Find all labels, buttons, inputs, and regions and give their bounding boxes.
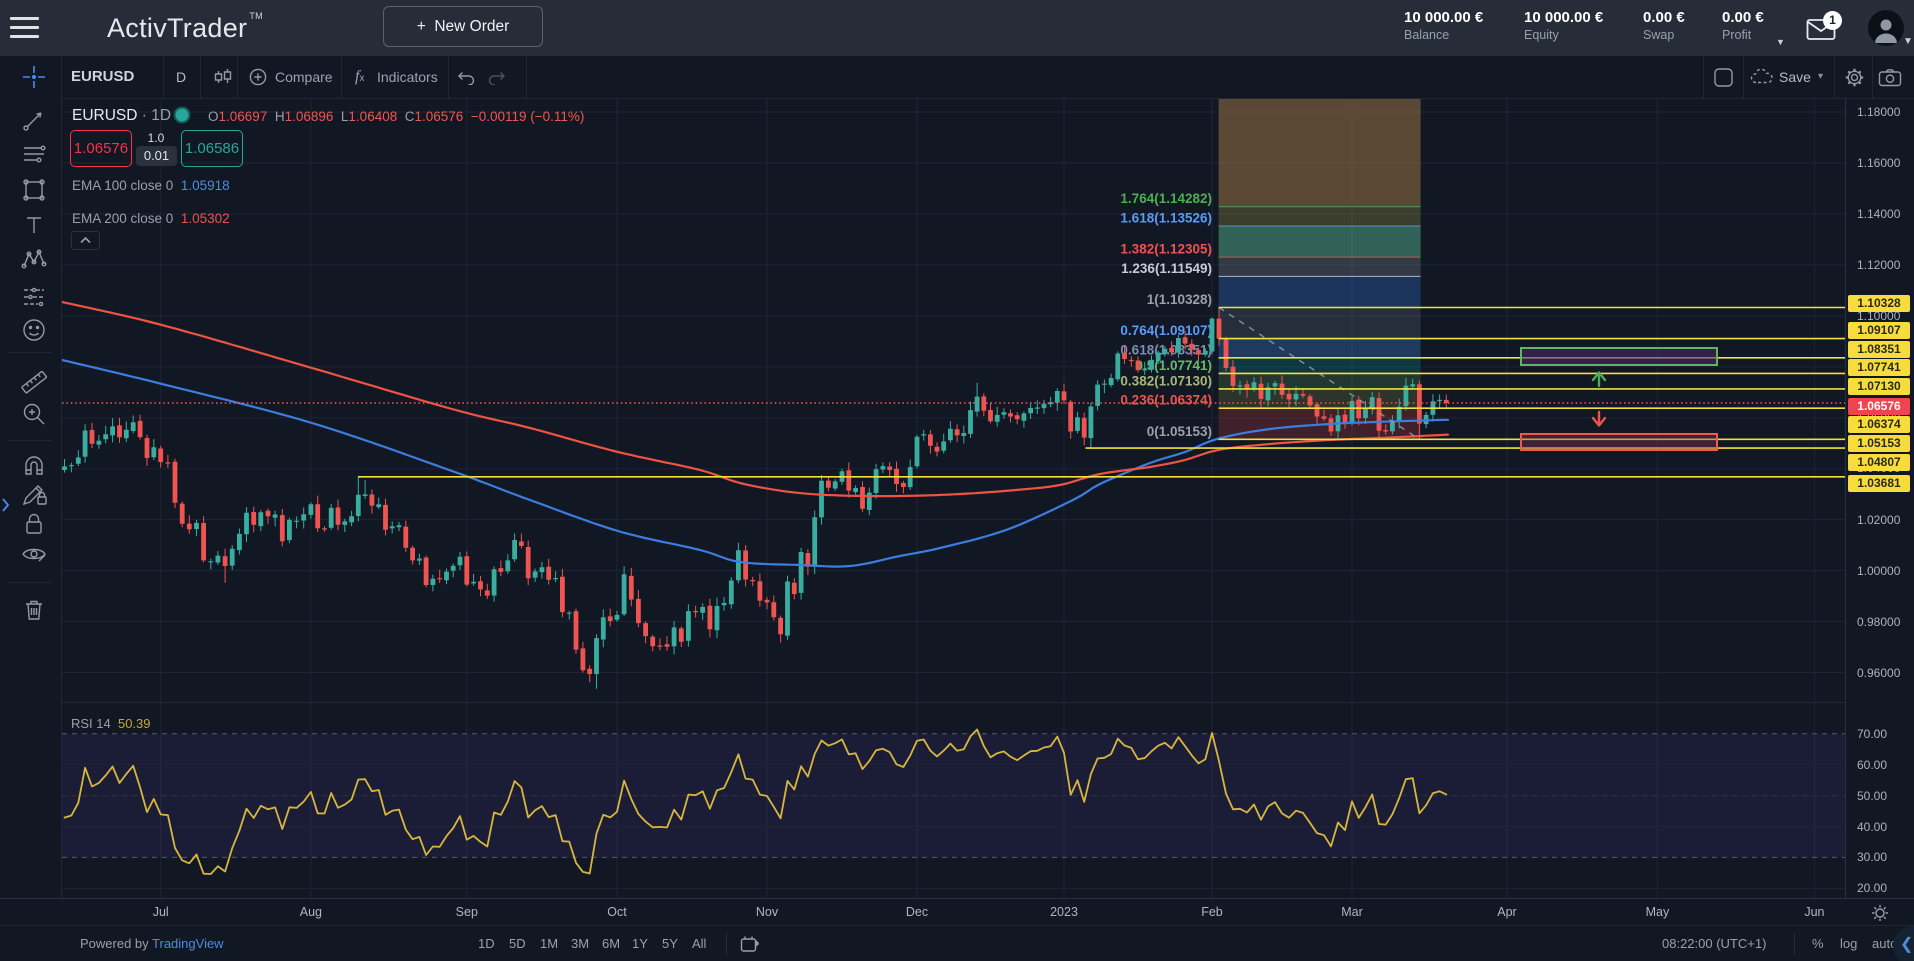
svg-text:0.764(1.09107): 0.764(1.09107) xyxy=(1120,323,1212,338)
svg-text:1.764(1.14282): 1.764(1.14282) xyxy=(1120,191,1212,206)
svg-text:1(1.10328): 1(1.10328) xyxy=(1147,292,1212,307)
svg-text:1.382(1.12305): 1.382(1.12305) xyxy=(1120,242,1212,257)
svg-text:1.236(1.11549): 1.236(1.11549) xyxy=(1121,261,1212,276)
svg-text:0.5(1.07741): 0.5(1.07741) xyxy=(1135,358,1212,373)
svg-text:1.618(1.13526): 1.618(1.13526) xyxy=(1120,211,1212,226)
svg-text:0(1.05153): 0(1.05153) xyxy=(1147,424,1212,439)
svg-text:0.236(1.06374): 0.236(1.06374) xyxy=(1120,393,1212,408)
svg-text:0.382(1.07130): 0.382(1.07130) xyxy=(1120,373,1212,388)
